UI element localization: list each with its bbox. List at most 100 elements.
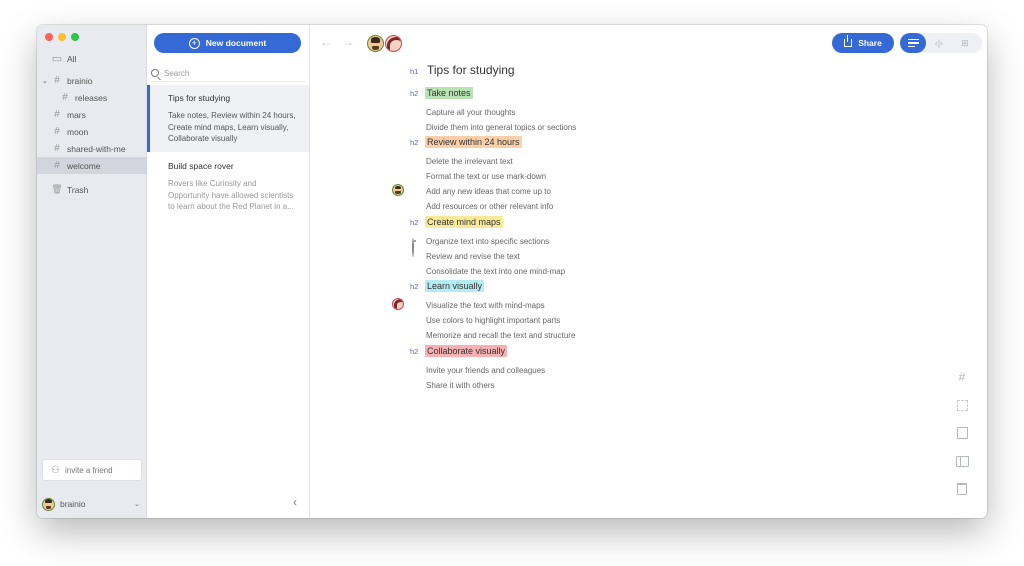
code-icon: ‹|› [934, 38, 944, 48]
heading-2[interactable]: h2 Review within 24 hours [410, 136, 522, 148]
h2-tag: h2 [410, 346, 419, 356]
editor: ← → Share ‹|› ⊞ h1 Tips for studying h2 … [310, 25, 987, 518]
list-item[interactable]: Use colors to highlight important parts [426, 316, 560, 325]
page-title: Tips for studying [427, 63, 515, 77]
sidebar-item-label: mars [67, 109, 86, 120]
sidebar-item-label: releases [75, 92, 108, 103]
heading-2[interactable]: h2 Collaborate visually [410, 345, 508, 357]
side-toolbar: # [955, 370, 969, 496]
user-menu[interactable]: brainio ⌄ [42, 495, 142, 513]
view-switch: ‹|› ⊞ [900, 33, 982, 53]
sidebar-item-all[interactable]: ▭ All [37, 50, 147, 67]
sidebar-item-brainio[interactable]: ⌄ # brainio [37, 72, 147, 89]
sidebar-item-label: moon [67, 126, 89, 137]
export-icon[interactable] [955, 426, 969, 440]
window-controls [45, 33, 79, 41]
list-item[interactable]: Share it with others [426, 381, 494, 390]
list-item[interactable]: Visualize the text with mind-maps [426, 301, 545, 310]
document-list: + New document Search Tips for studying … [147, 25, 310, 518]
h2-tag: h2 [410, 281, 419, 291]
list-item[interactable]: Add resources or other relevant info [426, 202, 553, 211]
new-document-label: New document [205, 38, 267, 48]
document-preview: Take notes, Review within 24 hours, Crea… [168, 111, 296, 143]
list-item[interactable]: Memorize and recall the text and structu… [426, 331, 575, 340]
split-view-icon[interactable] [955, 454, 969, 468]
new-document-button[interactable]: + New document [154, 33, 301, 53]
search-input[interactable]: Search [151, 65, 306, 82]
document-preview: Rovers like Curiosity and Opportunity ha… [168, 179, 294, 211]
list-item[interactable]: Delete the irrelevant text [426, 157, 513, 166]
hash-icon: # [54, 160, 60, 171]
back-arrow-icon[interactable]: ← [320, 35, 332, 49]
text-view-button[interactable] [900, 33, 926, 53]
sidebar-item-label: Trash [67, 184, 89, 195]
section-heading: Review within 24 hours [425, 136, 522, 148]
hash-icon[interactable]: # [955, 370, 969, 384]
share-label: Share [858, 38, 882, 48]
avatar [42, 497, 55, 511]
sidebar-item-label: All [67, 53, 77, 64]
list-item[interactable]: Divide them into general topics or secti… [426, 123, 576, 132]
chevron-down-icon[interactable]: ⌄ [42, 77, 48, 85]
list-item[interactable]: Consolidate the text into one mind-map [426, 267, 565, 276]
document-title: Tips for studying [168, 93, 231, 103]
text-lines-icon [907, 39, 919, 47]
focus-icon[interactable] [412, 238, 414, 257]
list-item[interactable]: Organize text into specific sections [426, 237, 549, 246]
add-user-icon: ⚇ [51, 464, 60, 476]
trash-icon[interactable] [955, 482, 969, 496]
hash-icon: # [62, 92, 68, 103]
sidebar-item-trash[interactable]: 🗑 Trash [37, 181, 147, 198]
heading-2[interactable]: h2 Create mind maps [410, 216, 503, 228]
forward-arrow-icon[interactable]: → [342, 35, 354, 49]
invite-label: invite a friend [64, 465, 113, 475]
sidebar-item-welcome[interactable]: # welcome [37, 157, 147, 174]
sidebar-item-moon[interactable]: # moon [37, 123, 147, 140]
minimize-window-button[interactable] [58, 33, 66, 41]
list-item[interactable]: Format the text or use mark-down [426, 172, 546, 181]
share-button[interactable]: Share [832, 33, 894, 53]
invite-friend-button[interactable]: ⚇ invite a friend [42, 459, 142, 481]
hash-icon: # [54, 109, 60, 120]
section-heading: Take notes [425, 87, 473, 99]
trash-icon: 🗑 [51, 184, 63, 194]
close-window-button[interactable] [45, 33, 53, 41]
mindmap-icon: ⊞ [961, 37, 969, 48]
list-item[interactable]: Capture all your thoughts [426, 108, 515, 117]
avatar[interactable] [367, 35, 384, 52]
heading-2[interactable]: h2 Take notes [410, 87, 473, 99]
sidebar-item-mars[interactable]: # mars [37, 106, 147, 123]
list-item[interactable]: Invite your friends and colleagues [426, 366, 545, 375]
sidebar: ▭ All ⌄ # brainio # releases # mars # mo… [37, 25, 147, 518]
document-content: h1 Tips for studying h2 Take notes Captu… [392, 63, 850, 390]
plus-icon: + [188, 37, 200, 49]
h2-tag: h2 [410, 137, 419, 147]
document-item[interactable]: Tips for studying Take notes, Review wit… [147, 85, 309, 152]
heading-1[interactable]: h1 Tips for studying [410, 63, 515, 77]
document-title: Build space rover [168, 161, 234, 171]
document-item[interactable]: Build space rover Rovers like Curiosity … [147, 153, 309, 218]
sidebar-item-shared-with-me[interactable]: # shared-with-me [37, 140, 147, 157]
sidebar-item-releases[interactable]: # releases [37, 89, 147, 106]
h2-tag: h2 [410, 217, 419, 227]
mindmap-view-button[interactable]: ⊞ [952, 33, 978, 53]
list-item[interactable]: Add any new ideas that come up to [426, 187, 551, 196]
code-view-button[interactable]: ‹|› [926, 33, 952, 53]
focus-mode-icon[interactable] [955, 398, 969, 412]
avatar[interactable] [385, 35, 402, 52]
list-item[interactable]: Review and revise the text [426, 252, 520, 261]
chevron-down-icon[interactable]: ⌄ [134, 500, 140, 508]
user-name: brainio [60, 499, 86, 509]
hash-icon: # [54, 75, 60, 86]
hash-icon: # [54, 126, 60, 137]
section-heading: Learn visually [425, 280, 485, 292]
heading-2[interactable]: h2 Learn visually [410, 280, 485, 292]
collaborator-cursor-avatar [392, 184, 404, 196]
history-nav: ← → [320, 35, 354, 49]
collapse-sidebar-button[interactable]: ‹ [293, 495, 297, 509]
folder-icon: ▭ [51, 53, 63, 65]
section-heading: Collaborate visually [425, 345, 508, 357]
sidebar-item-label: shared-with-me [67, 143, 126, 154]
sidebar-item-label: welcome [67, 160, 101, 171]
maximize-window-button[interactable] [71, 33, 79, 41]
